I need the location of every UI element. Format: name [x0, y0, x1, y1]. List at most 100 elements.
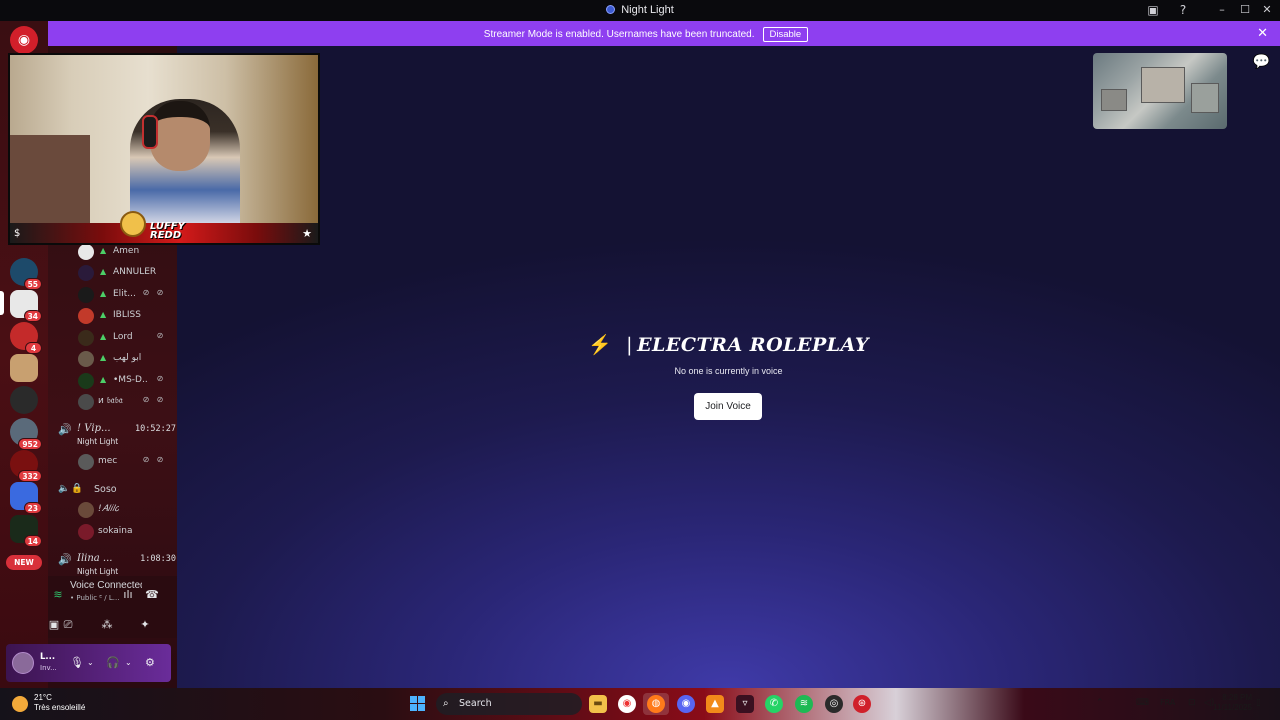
- window-title: Night Light: [0, 4, 1280, 16]
- help-icon[interactable]: ?: [1176, 3, 1190, 17]
- disable-button[interactable]: Disable: [762, 27, 809, 42]
- headphones-icon[interactable]: 🎧: [106, 656, 120, 669]
- streamer-mode-banner: Streamer Mode is enabled. Usernames have…: [48, 21, 1280, 46]
- voice-channel-vip[interactable]: 🔊 ! 𝑉𝑖𝑝... 10:52:27 Night Light: [58, 423, 176, 451]
- app-icon[interactable]: ⊛: [853, 695, 871, 713]
- game-minimap: [1093, 53, 1227, 129]
- whatsapp-icon[interactable]: ✆: [765, 695, 783, 713]
- screen-share-icon[interactable]: ⎚: [60, 618, 76, 634]
- mention-badge: 14: [23, 535, 42, 547]
- streaming-icon: ▲: [100, 289, 107, 298]
- member-item[interactable]: ▲ Elit... ⊘ ⊘: [76, 285, 176, 305]
- channel-timer: 10:52:27: [135, 424, 176, 434]
- server-icon-7[interactable]: 332: [10, 450, 42, 482]
- notification-icon[interactable]: ▯: [1256, 698, 1261, 708]
- language-indicator[interactable]: FRA: [1160, 698, 1175, 707]
- mention-badge: 4: [25, 342, 42, 354]
- close-icon[interactable]: ✕: [1257, 26, 1268, 41]
- taskbar-search[interactable]: ⌕ Search: [436, 693, 582, 715]
- chevron-down-icon[interactable]: ⌄: [87, 658, 94, 667]
- username[interactable]: L...: [40, 652, 55, 662]
- join-voice-button[interactable]: Join Voice: [694, 393, 762, 420]
- avatar: [78, 330, 94, 346]
- server-icon-1[interactable]: 55: [10, 258, 42, 290]
- avatar[interactable]: [12, 652, 34, 674]
- sun-icon[interactable]: [12, 696, 28, 712]
- server-icon-6[interactable]: 952: [10, 418, 42, 450]
- map-building: [1141, 67, 1185, 103]
- webcam-overlay: $ LUFFY REDD ★: [8, 53, 320, 245]
- settings-gear-icon[interactable]: ⚙: [145, 656, 155, 669]
- disconnect-icon[interactable]: ☎: [144, 588, 160, 604]
- muted-icon: ⊘: [142, 395, 150, 404]
- soundboard-icon[interactable]: ✦: [137, 618, 153, 634]
- member-item[interactable]: ▲ IBLISS: [76, 306, 176, 326]
- discord-app: Night Light ▣ ? – ☐ ✕ ◉ 55 34 4 952 332 …: [0, 0, 1280, 688]
- chevron-down-icon[interactable]: ⌄: [125, 658, 132, 667]
- maximize-button[interactable]: ☐: [1235, 2, 1255, 18]
- app-icon[interactable]: ◎: [825, 695, 843, 713]
- chevron-up-icon[interactable]: ⌃: [1096, 698, 1104, 708]
- title-bar: Night Light ▣ ? – ☐ ✕: [0, 0, 1280, 21]
- user-status: Inv...: [40, 664, 57, 672]
- member-name: IBLISS: [113, 310, 141, 320]
- voice-channel-info[interactable]: • Public ᴱ / L...: [70, 594, 119, 602]
- network-icon[interactable]: ⊡: [1188, 698, 1196, 708]
- signal-icon[interactable]: ≋: [50, 588, 66, 604]
- member-name: ANNULER: [113, 267, 157, 277]
- firefox-icon[interactable]: ◍: [647, 695, 665, 713]
- channel-timer: 1:08:30: [140, 554, 176, 564]
- new-badge[interactable]: NEW: [6, 555, 42, 570]
- server-folder[interactable]: 14: [10, 515, 42, 547]
- app-icon[interactable]: ▲: [706, 695, 724, 713]
- server-icon-3[interactable]: 4: [10, 322, 42, 354]
- weather-widget[interactable]: 21°C Très ensoleillé: [34, 693, 85, 713]
- discord-home-icon[interactable]: ◉: [10, 26, 38, 54]
- banner-text: Streamer Mode is enabled. Usernames have…: [483, 29, 755, 40]
- server-icon-5[interactable]: [10, 386, 38, 414]
- voice-connection-panel: ≋ Voice Connected • Public ᴱ / L... ılı …: [48, 576, 177, 638]
- member-item[interactable]: ▲ Amen: [76, 242, 176, 262]
- streamer-name: LUFFY REDD: [150, 222, 185, 241]
- chrome-icon[interactable]: ◉: [618, 695, 636, 713]
- member-item[interactable]: mec ⊘ ⊘: [76, 452, 176, 472]
- window-title-text: Night Light: [621, 4, 674, 16]
- keyboard-icon[interactable]: ⌨: [1136, 698, 1149, 708]
- member-item[interactable]: ▲ •MS-D... ⊘: [76, 371, 176, 391]
- server-icon-8[interactable]: 23: [10, 482, 42, 514]
- member-item[interactable]: ▲ ANNULER: [76, 263, 176, 283]
- windows-start-icon[interactable]: [410, 696, 426, 712]
- mention-badge: 332: [18, 470, 42, 482]
- member-item[interactable]: ▲ Lord ⊘: [76, 328, 176, 348]
- microphone-icon[interactable]: 🎙: [70, 656, 84, 669]
- minimize-button[interactable]: –: [1212, 2, 1232, 18]
- member-item[interactable]: ᴎ 𝔟𝔞𝔟𝔞 ⊘ ⊘: [76, 392, 176, 412]
- muted-icon: ⊘: [142, 455, 150, 464]
- luffy-avatar-icon: [120, 211, 146, 237]
- voice-stage: 💬 ⚡ | ELECTRA ROLEPLAY No one is currently…: [177, 46, 1280, 688]
- system-clock[interactable]: 8:28 PM 11/11/2025: [1213, 693, 1252, 713]
- voice-channel-soso[interactable]: 🔈 🔒 Soso: [58, 483, 158, 499]
- muted-icon: ⊘: [142, 288, 150, 297]
- discord-icon[interactable]: ◉: [677, 695, 695, 713]
- spotify-icon[interactable]: ≋: [795, 695, 813, 713]
- inbox-icon[interactable]: ▣: [1146, 3, 1160, 17]
- channel-status: Night Light: [77, 567, 119, 576]
- app-icon[interactable]: ▿: [736, 695, 754, 713]
- chat-icon[interactable]: 💬: [1253, 54, 1270, 70]
- avatar: [78, 287, 94, 303]
- file-explorer-icon[interactable]: ▬: [589, 695, 607, 713]
- member-item[interactable]: !𝐴𝑙𝑖𝑙𝑜: [76, 500, 176, 520]
- noise-suppression-icon[interactable]: ılı: [120, 588, 136, 604]
- clock-date: 11/11/2025: [1213, 703, 1252, 712]
- server-icon-4[interactable]: [10, 354, 38, 382]
- close-window-button[interactable]: ✕: [1257, 2, 1277, 18]
- member-item[interactable]: ▲ ابو لهب: [76, 349, 176, 369]
- speaker-icon: 🔊: [58, 423, 72, 436]
- activities-icon[interactable]: ⁂: [99, 618, 115, 634]
- server-icon-2[interactable]: 34: [10, 290, 42, 322]
- deafened-icon: ⊘: [156, 288, 164, 297]
- member-item[interactable]: sokaina: [76, 522, 176, 542]
- avatar: [78, 394, 94, 410]
- member-name: ᴎ 𝔟𝔞𝔟𝔞: [98, 396, 123, 406]
